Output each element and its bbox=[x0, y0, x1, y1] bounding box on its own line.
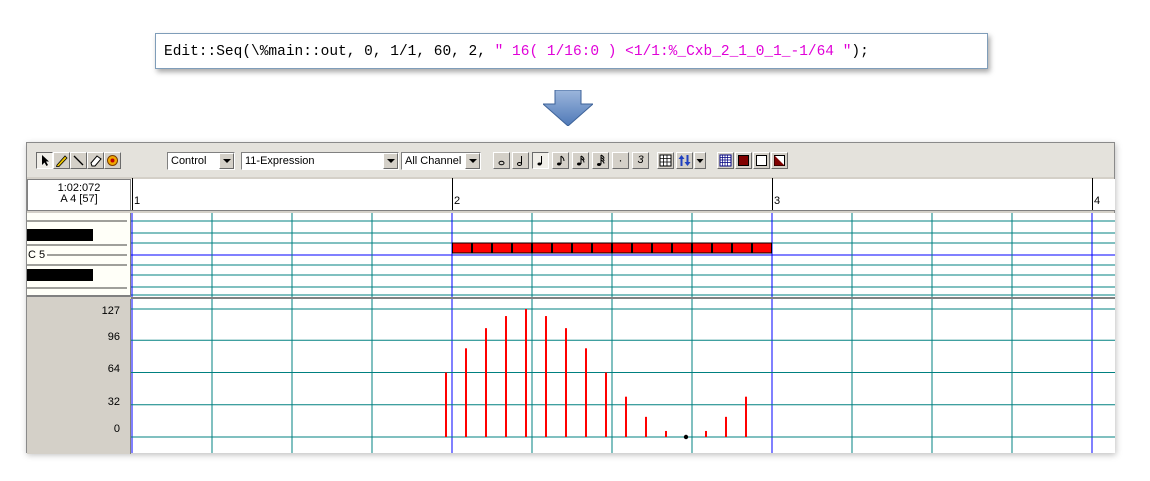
dot-label: · bbox=[618, 153, 623, 167]
velocity-axis: 127 96 64 32 0 bbox=[27, 299, 131, 454]
measure-label: 1 bbox=[134, 195, 141, 207]
axis-label: 64 bbox=[107, 363, 120, 375]
note-event bbox=[652, 242, 672, 254]
sixteenth-note-icon[interactable] bbox=[572, 152, 589, 169]
position-note: A 4 [57] bbox=[60, 193, 98, 205]
channel-value: All Channel bbox=[405, 155, 462, 167]
note-event bbox=[752, 242, 772, 254]
note-event bbox=[452, 242, 472, 254]
piano-keyboard[interactable]: C 5 bbox=[27, 213, 131, 297]
half-note-icon[interactable] bbox=[512, 152, 529, 169]
eighth-note-icon[interactable] bbox=[552, 152, 569, 169]
half-filled-square-icon[interactable] bbox=[771, 152, 788, 169]
event-type-value: Control bbox=[171, 155, 207, 167]
note-event bbox=[712, 242, 732, 254]
note-event bbox=[512, 242, 532, 254]
note-event bbox=[672, 242, 692, 254]
measure-tick bbox=[1092, 178, 1093, 210]
note-event bbox=[532, 242, 552, 254]
measure-tick bbox=[452, 178, 453, 210]
black-key[interactable] bbox=[27, 229, 93, 241]
note-event bbox=[472, 242, 492, 254]
triplet-icon[interactable]: 3 bbox=[632, 152, 649, 169]
chevron-down-icon[interactable] bbox=[219, 153, 234, 169]
dot-icon[interactable]: · bbox=[612, 152, 629, 169]
c5-label: C 5 bbox=[28, 249, 46, 261]
measure-label: 2 bbox=[454, 195, 461, 207]
axis-label: 96 bbox=[107, 331, 120, 343]
piano-roll-editor: Control 11-Expression All Channel · 3 1:… bbox=[26, 142, 1115, 454]
code-prefix: Edit::Seq(\%main::out, 0, 1/1, 60, 2, bbox=[164, 44, 495, 60]
controller-value: 11-Expression bbox=[245, 155, 315, 167]
note-event bbox=[612, 242, 632, 254]
event-type-select[interactable]: Control bbox=[167, 152, 235, 170]
note-event bbox=[732, 242, 752, 254]
piano-roll-view-icon[interactable] bbox=[717, 152, 734, 169]
note-event bbox=[492, 242, 512, 254]
pointer-icon[interactable] bbox=[36, 152, 53, 169]
controller-select[interactable]: 11-Expression bbox=[241, 152, 399, 170]
chevron-down-icon[interactable] bbox=[465, 153, 480, 169]
axis-label: 127 bbox=[101, 305, 120, 317]
toolbar: Control 11-Expression All Channel · 3 bbox=[27, 143, 1114, 177]
channel-select[interactable]: All Channel bbox=[401, 152, 481, 170]
axis-label: 0 bbox=[113, 423, 120, 435]
chevron-down-icon[interactable] bbox=[383, 153, 398, 169]
controller-event bbox=[683, 434, 689, 440]
note-event bbox=[592, 242, 612, 254]
axis-label: 32 bbox=[107, 396, 120, 408]
note-event bbox=[632, 242, 652, 254]
code-suffix: ); bbox=[851, 44, 869, 60]
measure-label: 4 bbox=[1094, 195, 1101, 207]
line-icon[interactable] bbox=[70, 152, 87, 169]
down-arrow-icon bbox=[543, 90, 593, 126]
measure-ruler[interactable]: 1 2 3 4 bbox=[131, 178, 1115, 211]
empty-square-icon[interactable] bbox=[753, 152, 770, 169]
measure-tick bbox=[772, 178, 773, 210]
note-events bbox=[452, 242, 772, 254]
chevron-down-icon[interactable] bbox=[694, 152, 706, 169]
thirtysecond-note-icon[interactable] bbox=[592, 152, 609, 169]
measure-tick bbox=[132, 178, 133, 210]
editor-grid[interactable] bbox=[131, 213, 1115, 453]
grid-icon[interactable] bbox=[657, 152, 674, 169]
code-snippet: Edit::Seq(\%main::out, 0, 1/1, 60, 2, " … bbox=[155, 33, 988, 69]
note-event bbox=[572, 242, 592, 254]
note-event bbox=[552, 242, 572, 254]
quarter-note-icon[interactable] bbox=[532, 152, 549, 169]
triplet-label: 3 bbox=[637, 154, 644, 166]
up-down-arrows-icon[interactable] bbox=[676, 152, 693, 169]
position-display: 1:02:072 A 4 [57] bbox=[27, 179, 131, 211]
controller-grid-background bbox=[131, 299, 1115, 453]
measure-label: 3 bbox=[774, 195, 781, 207]
note-event bbox=[692, 242, 712, 254]
black-key[interactable] bbox=[27, 269, 93, 281]
pencil-icon[interactable] bbox=[53, 152, 70, 169]
speaker-icon[interactable] bbox=[104, 152, 121, 169]
whole-note-icon[interactable] bbox=[493, 152, 510, 169]
filled-square-icon[interactable] bbox=[735, 152, 752, 169]
pane-divider[interactable] bbox=[131, 297, 1115, 299]
code-string: " 16( 1/16:0 ) <1/1:%_Cxb_2_1_0_1_-1/64 … bbox=[494, 44, 852, 60]
eraser-icon[interactable] bbox=[87, 152, 104, 169]
